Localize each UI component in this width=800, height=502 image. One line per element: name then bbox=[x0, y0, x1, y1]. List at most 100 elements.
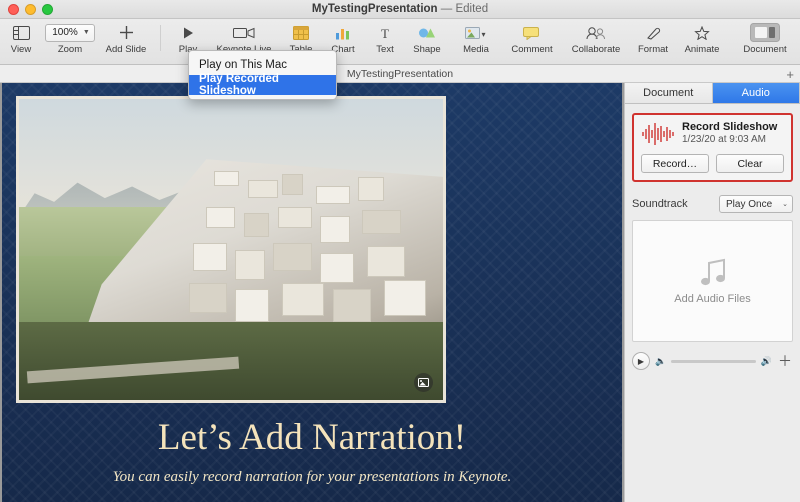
toolbar-document-label: Document bbox=[743, 44, 787, 55]
record-slideshow-card: Record Slideshow 1/23/20 at 9:03 AM Reco… bbox=[632, 113, 793, 182]
table-icon bbox=[293, 23, 309, 42]
photo-house bbox=[214, 171, 240, 187]
photo-house bbox=[281, 174, 304, 196]
record-text: Record Slideshow 1/23/20 at 9:03 AM bbox=[682, 121, 777, 145]
play-triangle-icon[interactable]: ▶ bbox=[632, 352, 650, 370]
title-bar: MyTestingPresentation — Edited bbox=[0, 0, 800, 19]
media-icon: ▾ bbox=[465, 23, 487, 42]
toolbar-collaborate-label: Collaborate bbox=[571, 44, 621, 55]
soundtrack-mode-popup[interactable]: Play Once ⌄ bbox=[719, 195, 793, 213]
keynote-window: MyTestingPresentation — Edited View 100%… bbox=[0, 0, 800, 502]
menu-item-play-recorded-slideshow[interactable]: Play Recorded Slideshow bbox=[189, 73, 336, 97]
photo-house bbox=[205, 207, 236, 229]
document-icon bbox=[750, 23, 780, 42]
toolbar-format-button[interactable]: Format bbox=[632, 19, 674, 55]
toolbar-add-slide-label: Add Slide bbox=[105, 44, 147, 55]
toolbar-shape-button[interactable]: Shape bbox=[406, 19, 448, 55]
toolbar-media-button[interactable]: ▾ Media bbox=[448, 19, 504, 55]
toolbar-add-slide-button[interactable]: Add Slide bbox=[98, 19, 154, 55]
toolbar-separator-1 bbox=[160, 25, 161, 51]
photo-house bbox=[235, 249, 265, 280]
toolbar-view-label: View bbox=[10, 44, 32, 55]
record-date: 1/23/20 at 9:03 AM bbox=[682, 134, 766, 145]
inspector-panel: Document Audio Record Slideshow 1/23/20 … bbox=[624, 83, 800, 502]
toolbar-zoom-control[interactable]: 100% ▼ Zoom bbox=[42, 19, 98, 55]
photo-house bbox=[383, 279, 427, 316]
toolbar-animate-label: Animate bbox=[684, 44, 720, 55]
record-title: Record Slideshow bbox=[682, 121, 778, 133]
keynote-live-icon bbox=[233, 23, 255, 42]
toolbar-format-label: Format bbox=[637, 44, 669, 55]
photo-house bbox=[235, 288, 270, 322]
window-title-text: MyTestingPresentation bbox=[311, 3, 438, 15]
volume-slider[interactable] bbox=[671, 359, 756, 363]
play-menu[interactable]: Play on This Mac Play Recorded Slideshow bbox=[188, 50, 337, 100]
toolbar-text-label: Text bbox=[376, 44, 394, 55]
media-placeholder-icon[interactable] bbox=[414, 373, 433, 392]
record-button[interactable]: Record… bbox=[641, 154, 709, 173]
window-edited-label: — Edited bbox=[440, 3, 489, 15]
toolbar-collaborate-button[interactable]: Collaborate bbox=[561, 19, 631, 55]
breadcrumb-bar: MyTestingPresentation + bbox=[0, 65, 800, 83]
speaker-low-icon: 🔈 bbox=[655, 355, 667, 366]
chevron-down-icon: ▼ bbox=[82, 29, 90, 36]
menu-item-play-on-this-mac[interactable]: Play on This Mac bbox=[189, 55, 336, 75]
photo-house bbox=[277, 207, 312, 229]
slide-canvas[interactable]: Let’s Add Narration! You can easily reco… bbox=[0, 83, 624, 502]
toolbar-media-label: Media bbox=[463, 44, 489, 55]
tab-audio[interactable]: Audio bbox=[712, 83, 800, 103]
toolbar-document-button[interactable]: Document bbox=[730, 19, 800, 55]
clear-button[interactable]: Clear bbox=[716, 154, 784, 173]
main-body: Let’s Add Narration! You can easily reco… bbox=[0, 83, 800, 502]
record-info: Record Slideshow 1/23/20 at 9:03 AM bbox=[641, 121, 784, 147]
photo-house bbox=[315, 186, 350, 205]
toolbar-animate-button[interactable]: Animate bbox=[674, 19, 730, 55]
text-icon: T bbox=[377, 23, 393, 42]
toolbar-text-button[interactable]: T Text bbox=[364, 19, 406, 56]
slide-title[interactable]: Let’s Add Narration! bbox=[2, 416, 622, 459]
audio-transport: ▶ 🔈 🔊 ＋ bbox=[632, 352, 793, 370]
zoom-icon: 100% ▼ bbox=[45, 23, 95, 42]
play-icon bbox=[181, 23, 195, 42]
toolbar-shape-label: Shape bbox=[413, 44, 441, 55]
tab-document[interactable]: Document bbox=[625, 83, 713, 103]
photo-house bbox=[281, 282, 325, 316]
audio-dropzone-label: Add Audio Files bbox=[674, 293, 751, 305]
slide-photo[interactable] bbox=[16, 96, 446, 403]
zoom-value: 100% bbox=[52, 27, 78, 38]
chart-icon bbox=[335, 23, 351, 42]
shape-icon bbox=[418, 23, 436, 42]
soundtrack-label: Soundtrack bbox=[632, 198, 688, 210]
record-actions: Record… Clear bbox=[641, 154, 784, 173]
photo-house bbox=[358, 177, 384, 202]
photo-house bbox=[320, 216, 350, 244]
chevron-updown-icon: ⌄ bbox=[782, 200, 788, 208]
photo-house bbox=[332, 288, 371, 322]
window-title: MyTestingPresentation — Edited bbox=[0, 3, 800, 15]
view-icon bbox=[12, 23, 30, 42]
comment-icon bbox=[523, 23, 541, 42]
waveform-icon bbox=[641, 121, 675, 147]
soundtrack-row: Soundtrack Play Once ⌄ bbox=[632, 195, 793, 213]
svg-text:▾: ▾ bbox=[481, 30, 485, 39]
audio-dropzone[interactable]: Add Audio Files bbox=[632, 220, 793, 342]
zoom-popup[interactable]: 100% ▼ bbox=[45, 23, 95, 42]
photo-house bbox=[362, 210, 401, 235]
photo-house bbox=[247, 180, 278, 199]
photo-house bbox=[243, 213, 270, 238]
photo-house bbox=[192, 243, 227, 271]
soundtrack-mode-value: Play Once bbox=[726, 198, 773, 210]
slide-subtitle[interactable]: You can easily record narration for your… bbox=[2, 469, 622, 486]
toolbar-zoom-label: Zoom bbox=[57, 44, 83, 55]
add-tab-button[interactable]: + bbox=[786, 67, 794, 82]
animate-icon bbox=[694, 23, 710, 42]
plus-icon[interactable]: ＋ bbox=[777, 353, 793, 369]
photo-house bbox=[320, 252, 354, 283]
toolbar-view-button[interactable]: View bbox=[0, 19, 42, 55]
slide[interactable]: Let’s Add Narration! You can easily reco… bbox=[2, 83, 622, 502]
photo-house bbox=[366, 246, 405, 277]
speaker-high-icon: 🔊 bbox=[760, 355, 772, 366]
photo-house bbox=[273, 243, 312, 271]
toolbar-comment-label: Comment bbox=[511, 44, 553, 55]
toolbar-comment-button[interactable]: Comment bbox=[504, 19, 560, 55]
